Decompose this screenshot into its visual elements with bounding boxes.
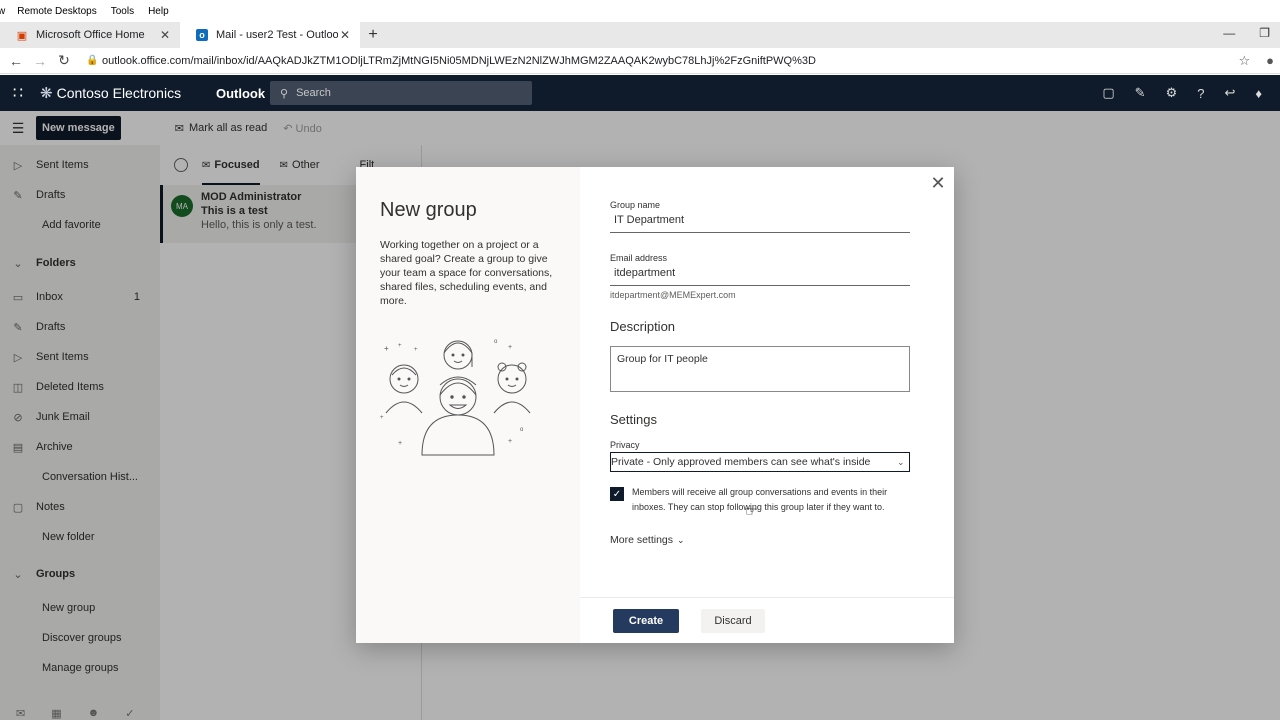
minimize-icon[interactable]: — — [1223, 26, 1235, 40]
address-bar-actions: ☆ ● — [1238, 53, 1274, 69]
search-input[interactable]: ⚲ Search — [270, 81, 532, 105]
chat-icon[interactable]: ▢ — [1102, 85, 1114, 101]
feedback-icon[interactable]: ↩ — [1224, 85, 1235, 101]
dialog-title: New group — [380, 199, 477, 221]
tab-title: Microsoft Office Home — [36, 29, 145, 41]
office-logo-icon: ▣ — [16, 29, 28, 42]
close-icon[interactable]: ✕ — [928, 173, 948, 193]
remote-desktop-menubar: w Remote Desktops Tools Help — [0, 0, 1280, 22]
subscribe-members-option[interactable]: ✓ Members will receive all group convers… — [610, 485, 910, 515]
svg-text:+: + — [508, 344, 512, 351]
group-name-input[interactable]: IT Department — [610, 210, 910, 233]
dialog-description: Working together on a project or a share… — [380, 239, 553, 307]
search-icon: ⚲ — [280, 87, 289, 100]
email-label: Email address — [610, 253, 668, 263]
discard-button[interactable]: Discard — [701, 609, 765, 633]
browser-tabstrip: ▣ Microsoft Office Home ✕ o Mail - user2… — [0, 22, 1280, 48]
privacy-label: Privacy — [610, 440, 640, 450]
new-tab-button[interactable]: + — [360, 22, 386, 48]
subscribe-checkbox[interactable]: ✓ — [610, 487, 624, 501]
app-launcher-icon[interactable]: ∷ — [0, 83, 36, 103]
contoso-logo-icon: ❋ — [40, 85, 53, 102]
svg-text:+: + — [414, 347, 418, 353]
back-icon[interactable]: ← — [4, 53, 28, 69]
svg-text:+: + — [398, 343, 402, 349]
close-tab-icon[interactable]: ✕ — [338, 28, 352, 42]
email-hint: itdepartment@MEMExpert.com — [610, 290, 736, 300]
gear-icon[interactable]: ⚙ — [1166, 85, 1178, 101]
reload-icon[interactable]: ↻ — [52, 52, 76, 69]
more-settings-toggle[interactable]: More settings ⌄ — [610, 534, 685, 546]
url-text: outlook.office.com/mail/inbox/id/AAQkADJ… — [102, 54, 816, 67]
url-field[interactable]: 🔒 outlook.office.com/mail/inbox/id/AAQkA… — [86, 55, 1238, 67]
svg-text:+: + — [398, 440, 402, 447]
tab-outlook-mail[interactable]: o Mail - user2 Test - Outlook ✕ — [180, 22, 360, 48]
profile-icon[interactable]: ● — [1266, 53, 1274, 69]
privacy-label-wrap: Privacy — [610, 440, 910, 450]
chevron-down-icon: ⌄ — [897, 456, 905, 467]
svg-text:+: + — [380, 415, 384, 421]
forward-icon[interactable]: → — [28, 53, 52, 69]
menu-item-tools[interactable]: Tools — [111, 6, 134, 17]
privacy-selected-value: Private - Only approved members can see … — [611, 456, 871, 468]
header-actions: ▢ ✎ ⚙ ? ↩ ♦ — [1102, 75, 1262, 111]
dialog-info-pane: New group Working together on a project … — [356, 167, 580, 643]
settings-heading: Settings — [610, 412, 657, 427]
description-textarea[interactable]: Group for IT people — [610, 346, 910, 392]
new-group-dialog: New group Working together on a project … — [356, 167, 954, 643]
menu-item-help[interactable]: Help — [148, 6, 169, 17]
org-name: Contoso Electronics — [56, 85, 182, 101]
menu-item-view[interactable]: w — [0, 6, 5, 17]
mouse-cursor-icon: ☞ — [745, 503, 758, 519]
description-heading: Description — [610, 319, 676, 334]
app-name[interactable]: Outlook — [216, 86, 270, 101]
group-name-label: Group name — [610, 200, 661, 210]
subscribe-text: Members will receive all group conversat… — [632, 487, 888, 512]
tab-office-home[interactable]: ▣ Microsoft Office Home ✕ — [0, 22, 180, 48]
org-brand[interactable]: ❋ Contoso Electronics — [40, 84, 216, 102]
svg-text:+: + — [384, 344, 389, 353]
privacy-select[interactable]: Private - Only approved members can see … — [610, 452, 910, 472]
menu-item-remote-desktops[interactable]: Remote Desktops — [17, 6, 96, 17]
more-settings-label: More settings — [610, 534, 674, 546]
bookmark-star-icon[interactable]: ☆ — [1238, 53, 1250, 69]
svg-text:+: + — [508, 438, 512, 445]
dialog-form-pane: ✕ Group name IT Department Email address… — [580, 167, 954, 643]
restore-icon[interactable]: ❐ — [1259, 26, 1270, 40]
outlook-logo-icon: o — [196, 29, 208, 41]
create-button[interactable]: Create — [613, 609, 679, 633]
tab-title: Mail - user2 Test - Outlook — [216, 29, 338, 41]
outlook-header: ∷ ❋ Contoso Electronics Outlook ⚲ Search… — [0, 75, 1280, 111]
email-field[interactable]: Email address itdepartment — [610, 253, 910, 286]
window-controls: — ❐ — [1223, 26, 1270, 40]
svg-text:o: o — [520, 427, 524, 433]
help-icon[interactable]: ? — [1197, 86, 1204, 101]
group-name-field[interactable]: Group name IT Department — [610, 200, 910, 233]
compose-note-icon[interactable]: ✎ — [1135, 85, 1146, 101]
lock-icon: 🔒 — [86, 55, 99, 66]
email-input[interactable]: itdepartment — [610, 263, 910, 286]
svg-text:o: o — [494, 339, 498, 345]
dialog-footer: Create Discard — [580, 597, 954, 643]
address-bar-row: ← → ↻ 🔒 outlook.office.com/mail/inbox/id… — [0, 48, 1280, 74]
bell-icon[interactable]: ♦ — [1255, 86, 1262, 101]
group-illustration-icon: + + + + o + + o + — [380, 339, 531, 456]
close-tab-icon[interactable]: ✕ — [158, 28, 172, 42]
search-placeholder: Search — [296, 87, 331, 99]
chevron-down-icon: ⌄ — [677, 534, 685, 545]
